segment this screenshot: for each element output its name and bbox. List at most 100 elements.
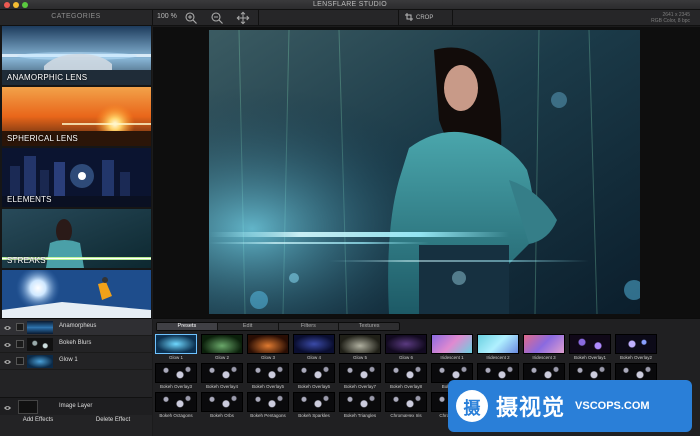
preset-label: Bokeh Octagons	[159, 413, 193, 418]
preset-thumbnail	[293, 363, 335, 383]
move-icon[interactable]	[236, 11, 250, 25]
tab-filters[interactable]: Filters	[279, 323, 340, 330]
layer-thumbnail	[27, 355, 53, 368]
divider	[452, 10, 453, 26]
watermark-badge: 摄 摄视觉 VSCOPS.COM	[448, 380, 692, 432]
layer-name: Bokeh Blurs	[59, 340, 92, 346]
image-color-mode: RGB Color, 8 bpc	[651, 18, 690, 24]
preset-item[interactable]: Bokeh Overlay2	[615, 334, 657, 360]
preset-label: Iridescent 1	[440, 355, 464, 360]
preset-item[interactable]: Bokeh Overlay6	[293, 363, 335, 389]
preset-item[interactable]: Iridescent 2	[477, 334, 519, 360]
window-title: LENSFLARE STUDIO	[312, 1, 388, 8]
visibility-eye-icon[interactable]	[4, 324, 11, 330]
layer-checkbox[interactable]	[16, 357, 24, 365]
layer-checkbox[interactable]	[16, 323, 24, 331]
watermark-url: VSCOPS.COM	[575, 400, 650, 412]
visibility-eye-icon[interactable]	[4, 341, 11, 347]
preview-photo	[209, 30, 640, 314]
preset-label: ChromaHex Iris	[390, 413, 422, 418]
preset-thumbnail	[247, 392, 289, 412]
preset-item[interactable]: Glow 5	[339, 334, 381, 360]
divider	[258, 10, 259, 26]
preset-label: Iridescent 3	[532, 355, 556, 360]
layer-row[interactable]: Glow 1	[0, 353, 152, 370]
preset-item[interactable]: Glow 1	[155, 334, 197, 360]
toolbar: CATEGORIES 100 % CROP 2641 x 2345 RGB Co…	[0, 10, 700, 26]
category-streaks[interactable]: STREAKS	[2, 209, 151, 268]
preset-item[interactable]: Bokeh Triangles	[339, 392, 381, 418]
category-anamorphic-lens[interactable]: ANAMORPHIC LENS	[2, 26, 151, 85]
zoom-level[interactable]: 100 %	[157, 13, 177, 20]
preset-label: Iridescent 2	[486, 355, 510, 360]
category-elements[interactable]: ELEMENTS	[2, 148, 151, 207]
preset-item[interactable]: Bokeh Overlay5	[247, 363, 289, 389]
preset-thumbnail	[155, 334, 197, 354]
preset-item[interactable]: Bokeh Orbs	[201, 392, 243, 418]
preset-label: Glow 6	[398, 355, 413, 360]
title-bar: LENSFLARE STUDIO	[0, 0, 700, 10]
category-label: STREAKS	[7, 256, 46, 265]
categories-sidebar: ANAMORPHIC LENS SPHERICAL LENS ELEMENTS	[0, 26, 152, 318]
visibility-eye-icon[interactable]	[4, 404, 11, 410]
preset-label: Glow 1	[168, 355, 183, 360]
layer-row[interactable]: Bokeh Blurs	[0, 336, 152, 353]
visibility-eye-icon[interactable]	[4, 358, 11, 364]
preset-thumbnail	[339, 363, 381, 383]
preset-thumbnail	[155, 392, 197, 412]
preset-item[interactable]: Iridescent 3	[523, 334, 565, 360]
tab-textures[interactable]: Textures	[339, 323, 399, 330]
watermark-text: 摄视觉	[496, 395, 566, 420]
preset-label: Bokeh Triangles	[343, 413, 377, 418]
preset-item[interactable]: Glow 2	[201, 334, 243, 360]
category-spherical-lens[interactable]: SPHERICAL LENS	[2, 87, 151, 146]
preset-thumbnail	[431, 334, 473, 354]
preset-thumbnail	[523, 334, 565, 354]
add-effects-button[interactable]: Add Effects	[4, 417, 72, 427]
preset-label: Bokeh Overlay4	[205, 384, 239, 389]
preset-label: Bokeh Overlay3	[159, 384, 193, 389]
category-lens-flare[interactable]	[2, 270, 151, 318]
tab-presets[interactable]: Presets	[157, 323, 218, 330]
layer-checkbox[interactable]	[16, 340, 24, 348]
preset-item[interactable]: Bokeh Overlay1	[569, 334, 611, 360]
tab-edit[interactable]: Edit	[218, 323, 279, 330]
preset-thumbnail	[615, 334, 657, 354]
preset-thumbnail	[385, 334, 427, 354]
preset-thumbnail	[293, 334, 335, 354]
zoom-in-icon[interactable]	[184, 11, 198, 25]
layer-row[interactable]: Anamorpheus	[0, 319, 152, 336]
preset-item[interactable]: Bokeh Pentagons	[247, 392, 289, 418]
image-layer-label: Image Layer	[59, 403, 93, 409]
preset-item[interactable]: Glow 4	[293, 334, 335, 360]
preset-thumbnail	[155, 363, 197, 383]
preset-label: Bokeh Overlay8	[389, 384, 423, 389]
preset-label: Glow 4	[306, 355, 321, 360]
effect-layers-panel: Anamorpheus Bokeh Blurs Glow 1 Image Lay…	[0, 318, 152, 436]
preset-thumbnail	[339, 334, 381, 354]
preset-item[interactable]: Iridescent 1	[431, 334, 473, 360]
preset-label: Glow 3	[260, 355, 275, 360]
preset-label: Bokeh Pentagons	[250, 413, 286, 418]
delete-effect-button[interactable]: Delete Effect	[78, 417, 148, 427]
crop-button[interactable]: CROP	[405, 12, 447, 24]
category-thumbnail	[2, 270, 151, 318]
preset-item[interactable]: Bokeh Octagons	[155, 392, 197, 418]
image-canvas[interactable]	[153, 27, 700, 318]
preset-item[interactable]: Bokeh Sparkles	[293, 392, 335, 418]
image-layer-thumbnail	[18, 400, 38, 414]
image-layer-row[interactable]: Image Layer	[0, 397, 152, 415]
preset-thumbnail	[201, 392, 243, 412]
preset-item[interactable]: Glow 6	[385, 334, 427, 360]
preset-item[interactable]: Bokeh Overlay3	[155, 363, 197, 389]
preset-item[interactable]: Bokeh Overlay7	[339, 363, 381, 389]
preset-thumbnail	[201, 334, 243, 354]
preset-item[interactable]: Glow 3	[247, 334, 289, 360]
preset-item[interactable]: Bokeh Overlay4	[201, 363, 243, 389]
preset-item[interactable]: Bokeh Overlay8	[385, 363, 427, 389]
preset-thumbnail	[385, 363, 427, 383]
preset-item[interactable]: ChromaHex Iris	[385, 392, 427, 418]
preset-thumbnail	[201, 363, 243, 383]
preset-thumbnail	[247, 363, 289, 383]
zoom-out-icon[interactable]	[210, 11, 224, 25]
